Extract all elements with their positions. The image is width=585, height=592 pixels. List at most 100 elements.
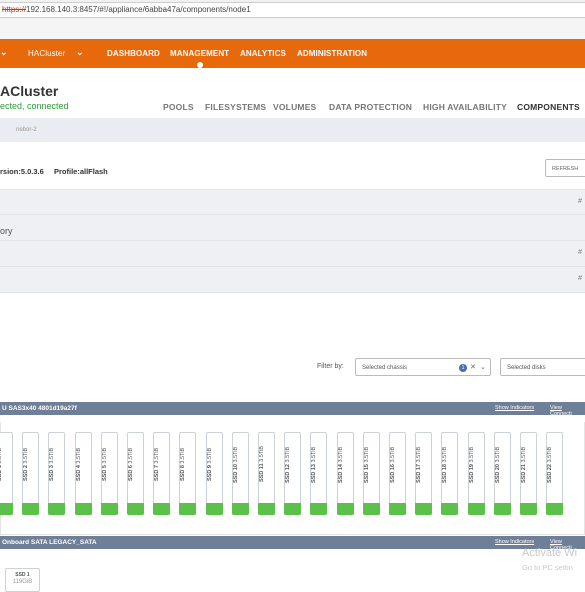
disk-size: 3.5TiB [442,446,448,463]
component-row[interactable]: # [0,240,585,267]
tab-filesystems[interactable]: FILESYSTEMS [205,102,266,112]
disk-health-indicator [337,503,354,515]
disk-slot[interactable]: SSD 5 3.5TiB [101,432,118,515]
disk-label: SSD 8 3.5TiB [180,433,195,496]
disk-label: SSD 16 3.5TiB [390,433,405,496]
disk-slot[interactable]: SSD 22 3.5TiB [546,432,563,515]
disk-size: 3.5TiB [0,447,3,464]
disk-slot[interactable]: SSD 1 3.5TiB [0,432,13,515]
disk-slot[interactable]: SSD 18 3.5TiB [441,432,458,515]
show-indicators-link[interactable]: Show Indicators [495,405,534,411]
disk-name: SSD 16 [390,463,396,483]
appliance-info: rsion:5.0.3.6 Profile:allFlash [0,155,585,185]
disk-health-indicator [179,503,196,515]
cluster-selector[interactable]: HACluster [28,49,65,58]
clear-icon[interactable]: ✕ [470,359,476,377]
nav-analytics[interactable]: ANALYTICS [240,49,286,58]
disk-slot[interactable]: SSD 1 119GiB [5,568,40,592]
tab-data-protection[interactable]: DATA PROTECTION [329,102,412,112]
disk-size: 3.5TiB [469,446,475,463]
enclosure-header: Onboard SATA LEGACY_SATA Show Indicators… [0,536,585,551]
disk-size: 119GiB [12,579,33,585]
row-label: ory [0,226,13,236]
disk-health-indicator [520,503,537,515]
disk-name: SSD 3 [49,465,55,482]
tab-components[interactable]: COMPONENTS [517,102,580,112]
disk-slot[interactable]: SSD 4 3.5TiB [75,432,92,515]
chevron-down-icon[interactable]: ⌄ [0,47,8,58]
disk-label: SSD 12 3.5TiB [285,433,300,496]
show-indicators-link[interactable]: Show Indicators [495,539,534,545]
tab-high-availability[interactable]: HIGH AVAILABILITY [423,102,507,112]
nav-dashboard[interactable]: DASHBOARD [107,49,160,58]
view-connections-link[interactable]: View Connecti [550,405,585,417]
disk-health-indicator [494,503,511,515]
disk-slot[interactable]: SSD 16 3.5TiB [389,432,406,515]
disk-slot[interactable]: SSD 10 3.5TiB [232,432,249,515]
component-row[interactable]: # [0,189,585,215]
disk-slot[interactable]: SSD 15 3.5TiB [363,432,380,515]
disk-name: SSD 18 [442,463,448,483]
chevron-down-icon[interactable]: ⌄ [76,47,84,58]
disk-slot[interactable]: SSD 11 3.5TiB [258,432,275,515]
disk-label: SSD 11 3.5TiB [259,433,274,496]
disk-label: SSD 22 3.5TiB [547,433,562,496]
disk-size: 3.5TiB [259,446,265,463]
disk-slot[interactable]: SSD 2 3.5TiB [22,432,39,515]
disk-name: SSD 15 [364,463,370,483]
disk-slot[interactable]: SSD 13 3.5TiB [310,432,327,515]
tab-volumes[interactable]: VOLUMES [273,102,316,112]
disk-label: SSD 7 3.5TiB [154,433,169,496]
connection-status: ected, connected [0,101,69,111]
disk-size: 3.5TiB [338,446,344,463]
disk-slot[interactable]: SSD 7 3.5TiB [153,432,170,515]
version-label: rsion:5.0.3.6 [0,167,44,176]
disk-name: SSD 21 [521,463,527,483]
disk-size: 3.5TiB [547,446,553,463]
disk-slot[interactable]: SSD 12 3.5TiB [284,432,301,515]
nav-management[interactable]: MANAGEMENT [170,49,229,68]
disk-slot[interactable]: SSD 17 3.5TiB [415,432,432,515]
disk-health-indicator [206,503,223,515]
disk-size: 3.5TiB [154,447,160,464]
disk-label: SSD 4 3.5TiB [76,433,91,496]
nav-administration[interactable]: ADMINISTRATION [297,49,367,58]
disk-size: 3.5TiB [364,446,370,463]
disk-slot[interactable]: SSD 20 3.5TiB [494,432,511,515]
disk-name: SSD 8 [180,465,186,482]
disk-name: SSD 9 [207,465,213,482]
disk-slot[interactable]: SSD 14 3.5TiB [337,432,354,515]
disk-slot[interactable]: SSD 21 3.5TiB [520,432,537,515]
activation-watermark-sub: Go to PC settin [522,563,573,572]
disk-slot[interactable]: SSD 19 3.5TiB [468,432,485,515]
row-marker: # [578,275,582,282]
disk-label: SSD 13 3.5TiB [311,433,326,496]
disk-name: SSD 4 [76,465,82,482]
disks-select[interactable]: Selected disks [500,358,585,376]
disk-slot[interactable]: SSD 3 3.5TiB [48,432,65,515]
disk-size: 3.5TiB [128,447,134,464]
page-header: ACluster ected, connected POOLS FILESYST… [0,68,585,121]
chassis-select[interactable]: Selected chassis 1 ✕ ⌄ [355,358,491,376]
tab-pools[interactable]: POOLS [163,102,194,112]
enclosure-name: Onboard SATA LEGACY_SATA [2,539,97,546]
url-field[interactable]: https://192.168.140.3:8457/#!/appliance/… [0,2,585,18]
disk-slot[interactable]: SSD 9 3.5TiB [206,432,223,515]
disk-label: SSD 6 3.5TiB [128,433,143,496]
selection-count-badge: 1 [459,364,467,372]
disk-size: 3.5TiB [521,446,527,463]
disk-label: SSD 5 3.5TiB [102,433,117,496]
disk-slot[interactable]: SSD 6 3.5TiB [127,432,144,515]
chevron-down-icon[interactable]: ⌄ [480,359,486,377]
disk-name: SSD 5 [102,465,108,482]
node-tab[interactable]: nebor-2 [16,127,37,133]
disk-health-indicator [232,503,249,515]
disks-placeholder: Selected disks [507,365,546,371]
component-row[interactable]: # [0,266,585,293]
url-text: 192.168.140.3:8457/#!/appliance/6abba47a… [26,5,251,14]
disk-size: 3.5TiB [311,446,317,463]
component-row[interactable]: ory [0,214,585,241]
refresh-button[interactable]: REFRESH [545,159,585,177]
disk-name: SSD 1 [15,572,30,578]
disk-slot[interactable]: SSD 8 3.5TiB [179,432,196,515]
